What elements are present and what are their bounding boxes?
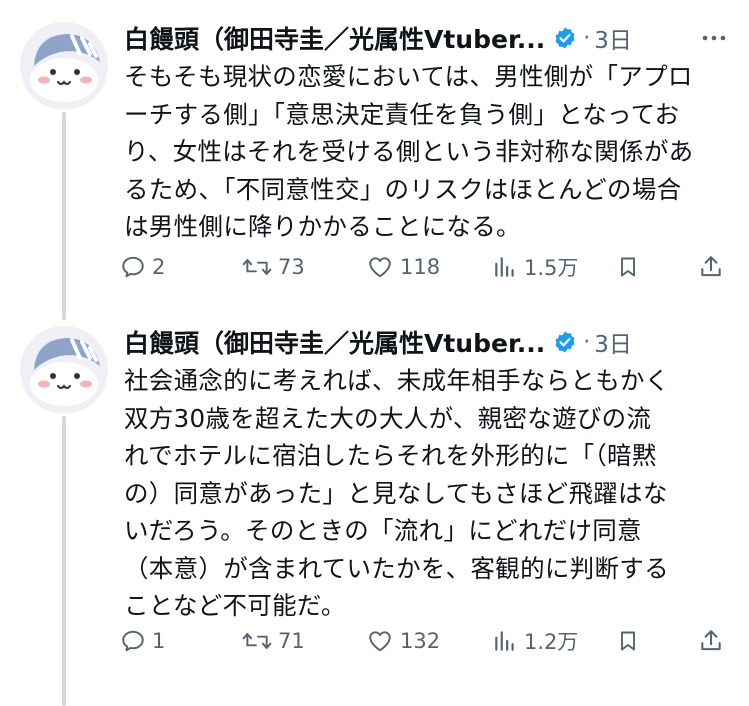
timestamp[interactable]: 3日 bbox=[594, 325, 632, 359]
tweet-text-line: いだろう。そのときの「流れ」にどれだけ同意 bbox=[124, 516, 642, 545]
thread-line bbox=[62, 112, 66, 320]
like-icon bbox=[369, 631, 391, 652]
repost-count: 73 bbox=[278, 255, 305, 279]
author-name[interactable]: 白饅頭（御田寺圭／光属性Vtuber... bbox=[124, 324, 545, 360]
tweet-text-line: 双方30歳を超えた大の大人が、親密な遊びの流 bbox=[124, 403, 652, 433]
action-bar: 2 73 118 1.5万 bbox=[120, 247, 730, 287]
tweet-text-line: の）同意があった」と見なしてもさほど飛躍はな bbox=[124, 478, 668, 508]
tweet-text-line: り、女性はそれを受ける側という非対称な関係があ bbox=[124, 137, 694, 166]
share-icon bbox=[701, 256, 721, 277]
views-count: 1.2万 bbox=[524, 630, 579, 654]
tweet-text-line: 社会通念的に考えれば、未成年相手ならともかく bbox=[124, 366, 670, 395]
reply-button[interactable]: 1 bbox=[120, 621, 165, 661]
avatar[interactable] bbox=[20, 22, 108, 110]
tweet[interactable]: 白饅頭（御田寺圭／光属性Vtuber... · 3日 そもそも現状の恋愛において… bbox=[0, 0, 749, 320]
more-icon[interactable] bbox=[699, 26, 729, 50]
share-button[interactable] bbox=[698, 621, 724, 661]
tweet-text-line: （本意）が含まれていたかを、客観的に判断する bbox=[124, 553, 669, 583]
like-button[interactable]: 118 bbox=[366, 247, 440, 287]
verified-badge-icon bbox=[555, 27, 575, 49]
bookmark-button[interactable] bbox=[616, 247, 640, 287]
repost-icon bbox=[242, 259, 272, 275]
tweet-header: 白饅頭（御田寺圭／光属性Vtuber... · 3日 bbox=[124, 20, 729, 56]
share-icon bbox=[701, 630, 721, 651]
bookmark-icon bbox=[621, 257, 635, 277]
author-name[interactable]: 白饅頭（御田寺圭／光属性Vtuber... bbox=[124, 20, 545, 56]
separator-dot: · bbox=[583, 329, 591, 355]
like-button[interactable]: 132 bbox=[366, 621, 440, 661]
reply-button[interactable]: 2 bbox=[120, 247, 165, 287]
views-count: 1.5万 bbox=[524, 256, 579, 280]
repost-button[interactable]: 73 bbox=[242, 247, 305, 287]
timestamp[interactable]: 3日 bbox=[594, 21, 632, 55]
share-button[interactable] bbox=[698, 247, 724, 287]
views-icon bbox=[495, 257, 514, 277]
tweet-text-line: ーチする側」「意思決定責任を負う側」となってお bbox=[124, 99, 680, 129]
action-bar: 1 71 132 1.2万 bbox=[120, 621, 730, 661]
reply-count: 2 bbox=[152, 255, 166, 279]
tweet[interactable]: 白饅頭（御田寺圭／光属性Vtuber... · 3日 社会通念的に考えれば、未成… bbox=[0, 320, 749, 706]
repost-icon bbox=[242, 633, 272, 649]
tweet-text-line: るため、「不同意性交」のリスクはほとんどの場合 bbox=[124, 174, 682, 204]
reply-count: 1 bbox=[152, 629, 166, 653]
views-button[interactable]: 1.5万 bbox=[492, 247, 578, 287]
separator-dot: · bbox=[583, 25, 591, 51]
views-icon bbox=[495, 631, 514, 651]
repost-count: 71 bbox=[278, 629, 305, 653]
thread-line bbox=[62, 416, 66, 706]
tweet-text-line: は男性側に降りかかることになる。 bbox=[124, 212, 521, 241]
bookmark-button[interactable] bbox=[616, 621, 640, 661]
like-count: 132 bbox=[400, 629, 441, 653]
tweet-text: 社会通念的に考えれば、未成年相手ならともかく 双方30歳を超えた大の大人が、親密… bbox=[124, 362, 724, 625]
repost-button[interactable]: 71 bbox=[242, 621, 305, 661]
reply-icon bbox=[122, 256, 144, 278]
tweet-text-line: そもそも現状の恋愛においては、男性側が「アプロ bbox=[124, 62, 693, 91]
like-count: 118 bbox=[400, 255, 441, 279]
tweet-text-line: れでホテルに宿泊したらそれを外形的に「（暗黙 bbox=[124, 441, 657, 470]
reply-icon bbox=[122, 630, 144, 652]
like-icon bbox=[369, 257, 391, 278]
verified-badge-icon bbox=[555, 331, 575, 353]
tweet-text-line: ことなど不可能だ。 bbox=[124, 591, 346, 620]
tweet-header: 白饅頭（御田寺圭／光属性Vtuber... · 3日 bbox=[124, 324, 729, 360]
avatar[interactable] bbox=[20, 326, 108, 414]
bookmark-icon bbox=[621, 631, 635, 651]
views-button[interactable]: 1.2万 bbox=[492, 621, 578, 661]
tweet-text: そもそも現状の恋愛においては、男性側が「アプロ ーチする側」「意思決定責任を負う… bbox=[124, 58, 724, 246]
